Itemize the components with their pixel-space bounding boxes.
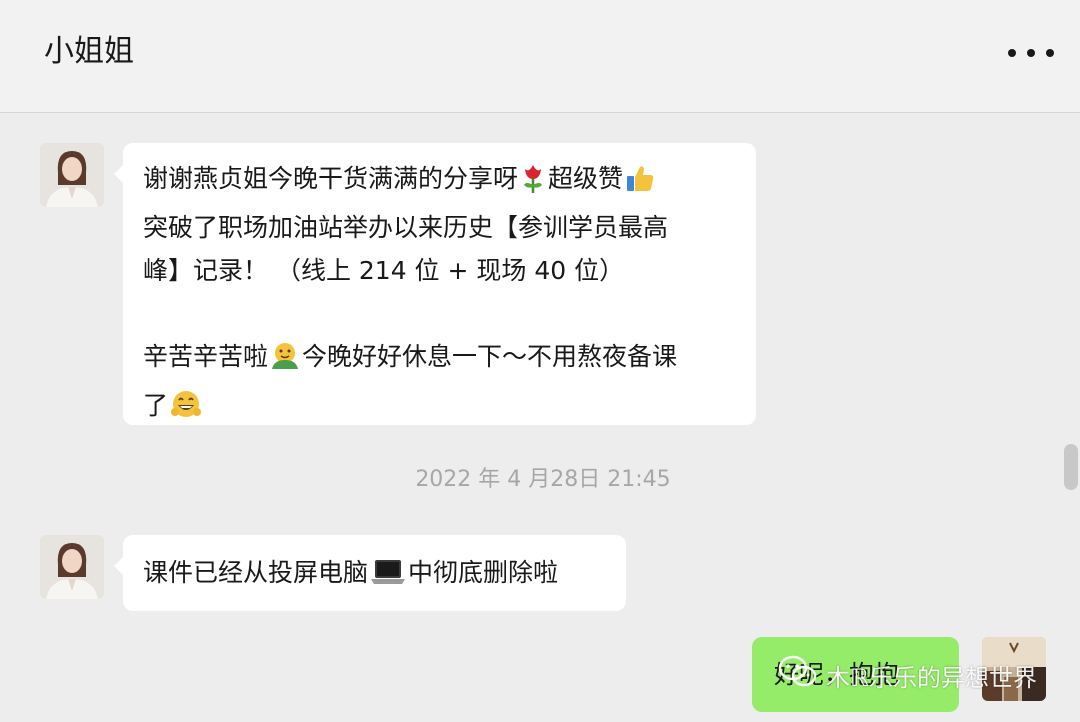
message-text: 课件已经从投屏电脑	[143, 558, 369, 587]
more-dots-icon[interactable]	[1008, 40, 1054, 66]
message-line: 课件已经从投屏电脑 中彻底删除啦	[143, 551, 606, 600]
chat-header: 小姐姐	[0, 0, 1080, 113]
message-text: 中彻底删除啦	[408, 558, 559, 587]
message-line: 峰】记录！ （线上 214 位 + 现场 40 位）	[143, 256, 625, 285]
message-text: 今晚好好休息一下～不用熬夜备课	[302, 342, 678, 371]
message-text: 超级赞	[548, 164, 624, 193]
chat-title: 小姐姐	[44, 34, 134, 69]
message-line: 突破了职场加油站举办以来历史【参训学员最高	[143, 213, 669, 242]
message-text: 谢谢燕贞姐今晚干货满满的分享呀	[143, 164, 519, 193]
message-line: 辛苦辛苦啦 今晚好好休息一下～不用熬夜备课	[143, 335, 736, 384]
wechat-logo-icon	[778, 655, 818, 695]
thumbs-up-emoji	[625, 163, 655, 206]
message-line: 谢谢燕贞姐今晚干货满满的分享呀 超级赞	[143, 157, 736, 206]
message-timestamp: 2022 年 4 月28日 21:45	[415, 467, 671, 492]
watermark-text: 木ℝ乐乐的异想世界	[826, 663, 1038, 692]
grin-emoji	[170, 388, 202, 433]
message-text: 辛苦辛苦啦	[143, 342, 269, 371]
avatar[interactable]	[40, 143, 104, 207]
rose-emoji	[520, 163, 546, 206]
message-bubble[interactable]: 课件已经从投屏电脑 中彻底删除啦	[114, 535, 626, 611]
avatar[interactable]	[40, 535, 104, 599]
message-text: 了	[143, 391, 169, 420]
laptop-emoji	[370, 557, 406, 600]
message-bubble[interactable]: 谢谢燕贞姐今晚干货满满的分享呀 超级赞 突破了职场加油站举办以来历史【参训学员最高…	[114, 143, 756, 425]
hug-emoji	[270, 341, 300, 384]
watermark: 木ℝ乐乐的异想世界	[778, 653, 1037, 697]
scrollbar-thumb[interactable]	[1064, 444, 1078, 490]
message-line: 了	[143, 384, 736, 433]
